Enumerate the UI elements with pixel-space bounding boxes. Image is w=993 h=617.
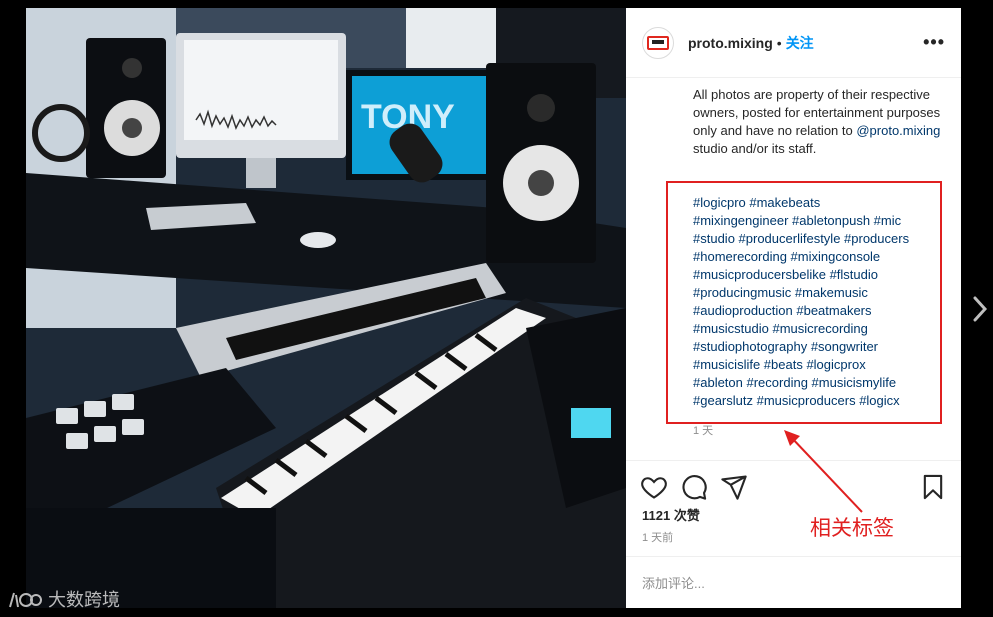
comment-icon[interactable] bbox=[680, 473, 708, 501]
hashtag-line[interactable]: #studio #producerlifestyle #producers bbox=[693, 230, 938, 248]
bookmark-icon[interactable] bbox=[919, 473, 947, 501]
share-icon[interactable] bbox=[720, 473, 748, 501]
annotation-arrow bbox=[784, 430, 863, 513]
hashtag-line[interactable]: #gearslutz #musicproducers #logicx bbox=[693, 392, 938, 410]
caption-text: All photos are property of their respect… bbox=[693, 86, 943, 158]
heart-icon[interactable] bbox=[640, 473, 668, 501]
more-options-icon[interactable]: ••• bbox=[923, 32, 945, 53]
brand-watermark: 大数跨境 bbox=[8, 586, 120, 612]
follow-button[interactable]: 关注 bbox=[786, 33, 814, 53]
annotation-label: 相关标签 bbox=[810, 516, 894, 540]
post-header: proto.mixing • 关注 ••• bbox=[626, 8, 961, 78]
hashtag-line[interactable]: #homerecording #mixingconsole bbox=[693, 248, 938, 266]
hashtag-line[interactable]: #mixingengineer #abletonpush #mic bbox=[693, 212, 938, 230]
next-arrow-icon[interactable] bbox=[972, 296, 988, 322]
hashtag-line[interactable]: #audioproduction #beatmakers bbox=[693, 302, 938, 320]
caption-age: 1 天 bbox=[693, 425, 714, 437]
cassette-icon bbox=[647, 35, 669, 50]
hashtag-line[interactable]: #musicislife #beats #logicprox bbox=[693, 356, 938, 374]
hashtag-line[interactable]: #musicstudio #musicrecording bbox=[693, 320, 938, 338]
hashtag-line[interactable]: #logicpro #makebeats bbox=[693, 194, 938, 212]
hashtag-line[interactable]: #producingmusic #makemusic bbox=[693, 284, 938, 302]
caption-end: studio and/or its staff. bbox=[693, 141, 817, 156]
post-date: 1 天前 bbox=[642, 532, 674, 544]
wechat-watermark: oto1全球新营销 bbox=[742, 560, 928, 590]
hashtag-line[interactable]: #studiophotography #songwriter bbox=[693, 338, 938, 356]
avatar[interactable] bbox=[642, 26, 674, 59]
hashtag-list: #logicpro #makebeats #mixingengineer #ab… bbox=[693, 194, 938, 410]
brand-logo-icon bbox=[9, 592, 42, 608]
like-count[interactable]: 1121 次赞 bbox=[642, 505, 700, 524]
wechat-watermark-text: oto1全球新营销 bbox=[776, 564, 929, 588]
separator: • bbox=[776, 34, 782, 51]
wechat-icon bbox=[742, 565, 768, 585]
post-photo: TONY bbox=[26, 8, 626, 608]
brand-watermark-text: 大数跨境 bbox=[48, 590, 120, 611]
hashtag-line[interactable]: #musicproducersbelike #flstudio bbox=[693, 266, 938, 284]
mention-link[interactable]: @proto.mixing bbox=[856, 123, 940, 138]
hashtag-line[interactable]: #ableton #recording #musicismylife bbox=[693, 374, 938, 392]
username[interactable]: proto.mixing bbox=[688, 35, 773, 51]
